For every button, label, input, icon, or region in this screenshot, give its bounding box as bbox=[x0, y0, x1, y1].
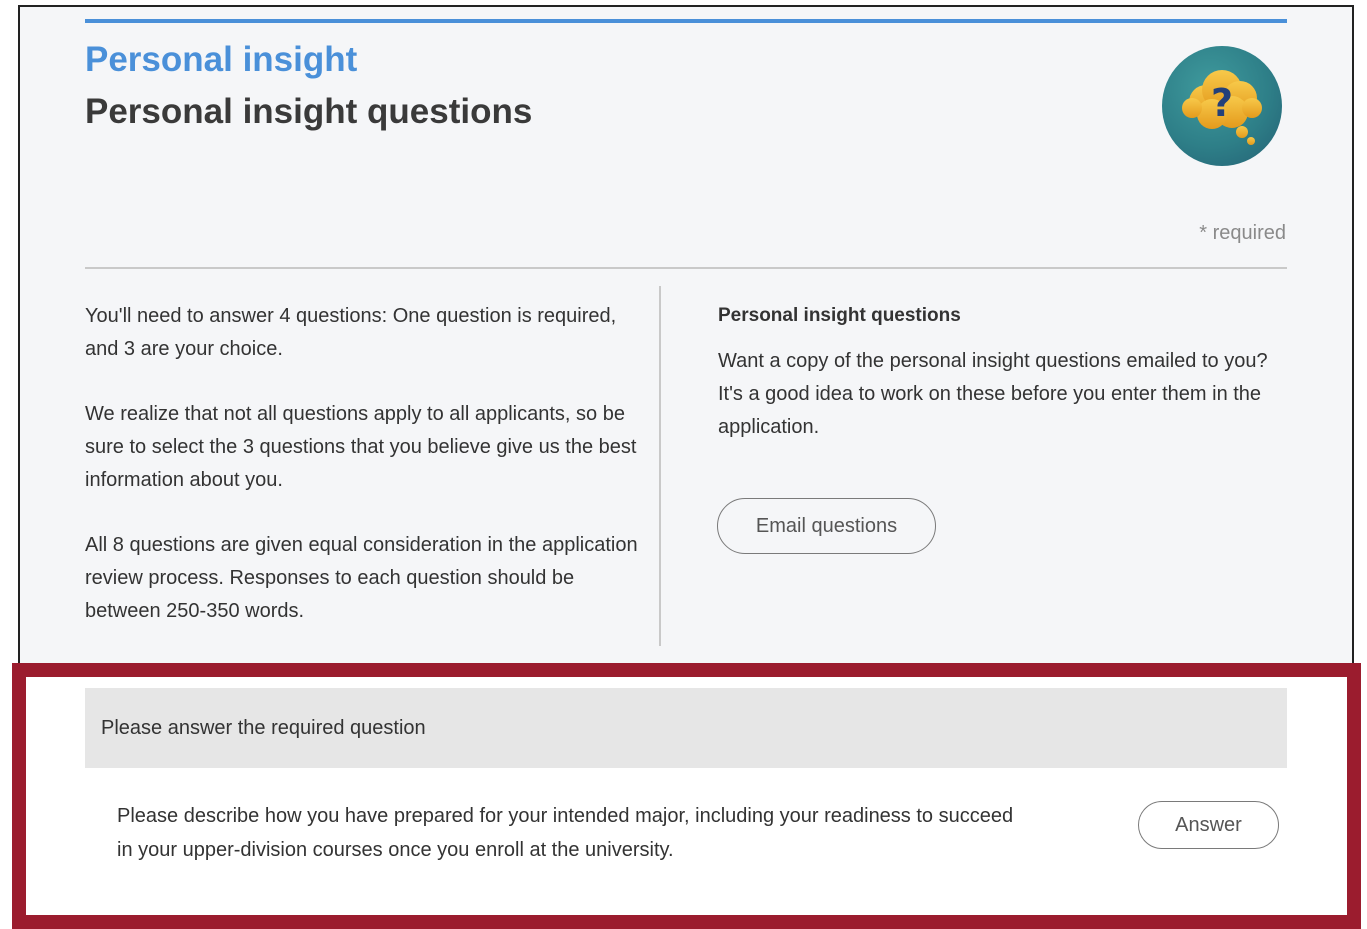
email-panel-text: Want a copy of the personal insight ques… bbox=[718, 350, 1268, 438]
intro-text: You'll need to answer 4 questions: One q… bbox=[85, 300, 640, 660]
question-thought-bubble-icon: ? bbox=[1162, 46, 1282, 166]
intro-paragraph: We realize that not all questions apply … bbox=[85, 403, 637, 491]
required-note: * required bbox=[1199, 222, 1286, 244]
divider bbox=[85, 267, 1287, 269]
column-divider bbox=[659, 286, 661, 646]
page-title: Personal insight questions bbox=[85, 92, 533, 131]
answer-button[interactable]: Answer bbox=[1138, 801, 1279, 849]
section-kicker: Personal insight bbox=[85, 40, 358, 79]
required-question-heading: Please answer the required question bbox=[85, 688, 1287, 768]
required-question-heading-label: Please answer the required question bbox=[101, 716, 426, 739]
intro-paragraph: You'll need to answer 4 questions: One q… bbox=[85, 305, 617, 360]
intro-paragraph: All 8 questions are given equal consider… bbox=[85, 534, 638, 622]
email-questions-button[interactable]: Email questions bbox=[717, 498, 936, 554]
accent-bar bbox=[85, 19, 1287, 23]
email-panel-title: Personal insight questions bbox=[718, 305, 961, 326]
svg-text:?: ? bbox=[1211, 81, 1233, 125]
required-question-text: Please describe how you have prepared fo… bbox=[117, 805, 1014, 861]
